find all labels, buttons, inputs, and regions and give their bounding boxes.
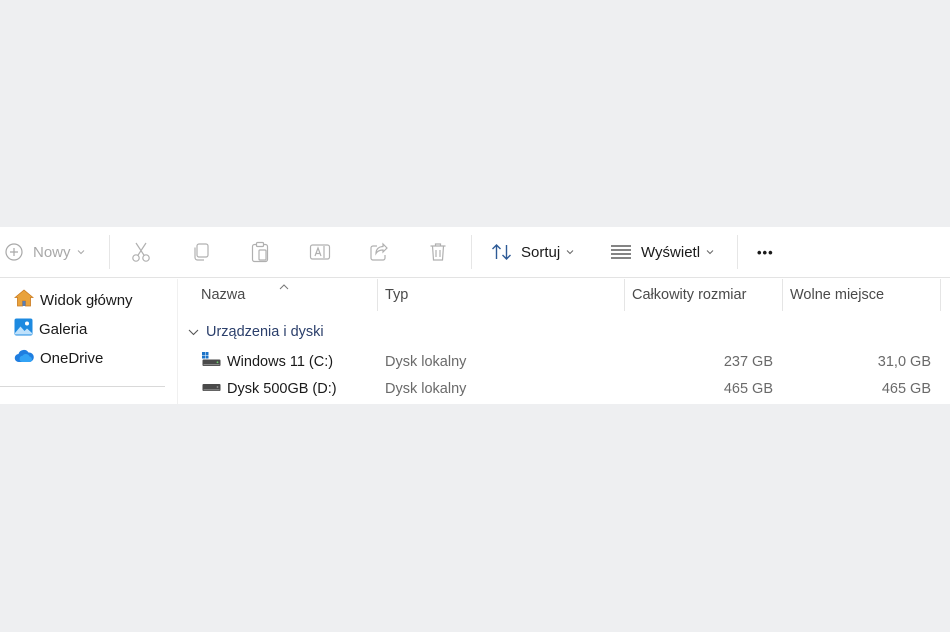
drive-total-size-cell: 465 GB xyxy=(723,381,773,397)
column-header-name[interactable]: Nazwa xyxy=(201,279,371,311)
column-header-label: Całkowity rozmiar xyxy=(632,287,747,303)
sort-arrows-icon xyxy=(491,243,512,261)
copy-icon xyxy=(191,242,211,262)
sidebar-item-label: OneDrive xyxy=(40,349,104,367)
column-divider[interactable] xyxy=(377,279,378,311)
column-header-total-size[interactable]: Całkowity rozmiar xyxy=(632,279,777,311)
chevron-down-icon xyxy=(706,249,714,255)
sort-button-label: Sortuj xyxy=(521,243,561,261)
chevron-down-icon xyxy=(188,324,206,340)
group-header-devices[interactable]: Urządzenia i dyski xyxy=(188,321,324,343)
sidebar-item-gallery[interactable]: Galeria xyxy=(14,317,87,341)
navigation-pane: Widok główny Galeria OneDrive xyxy=(0,279,177,404)
table-row[interactable]: Windows 11 (C:) Dysk lokalny 237 GB 31,0… xyxy=(178,349,950,375)
share-button[interactable] xyxy=(369,227,389,277)
table-row[interactable]: Dysk 500GB (D:) Dysk lokalny 465 GB 465 … xyxy=(178,376,950,402)
sidebar-divider xyxy=(0,386,165,387)
new-button-label: Nowy xyxy=(33,243,71,261)
column-header-free-space[interactable]: Wolne miejsce xyxy=(790,279,938,311)
column-header-label: Nazwa xyxy=(201,287,246,303)
column-header-label: Wolne miejsce xyxy=(790,287,885,303)
delete-button[interactable] xyxy=(429,227,447,277)
clipboard-icon xyxy=(250,241,270,263)
share-icon xyxy=(369,242,389,262)
column-divider[interactable] xyxy=(782,279,783,311)
trash-icon xyxy=(429,242,447,262)
drive-free-space-cell: 31,0 GB xyxy=(877,354,931,370)
column-divider[interactable] xyxy=(940,279,941,311)
drive-type-cell: Dysk lokalny xyxy=(385,354,467,370)
column-header-type[interactable]: Typ xyxy=(385,279,615,311)
drive-name: Dysk 500GB (D:) xyxy=(227,381,337,397)
sidebar-item-label: Widok główny xyxy=(40,291,133,309)
toolbar-separator xyxy=(109,235,110,269)
rename-button[interactable] xyxy=(309,227,331,277)
home-icon xyxy=(13,289,40,311)
group-header-label: Urządzenia i dyski xyxy=(206,324,324,340)
file-explorer-window: Nowy Sortuj Wyświetl ••• Widok główny Ga… xyxy=(0,227,950,404)
command-bar: Nowy Sortuj Wyświetl ••• xyxy=(0,227,950,278)
drive-name-cell: Windows 11 (C:) xyxy=(202,349,382,375)
plus-circle-icon xyxy=(5,243,23,261)
chevron-down-icon xyxy=(566,249,574,255)
system-drive-icon xyxy=(202,352,221,372)
column-divider[interactable] xyxy=(624,279,625,311)
gallery-icon xyxy=(14,318,39,340)
drive-icon xyxy=(202,379,221,399)
sidebar-item-label: Galeria xyxy=(39,320,88,338)
scissors-icon xyxy=(131,241,151,263)
toolbar-separator xyxy=(737,235,738,269)
chevron-down-icon xyxy=(77,249,85,255)
drive-type-cell: Dysk lokalny xyxy=(385,381,467,397)
toolbar-separator xyxy=(471,235,472,269)
drive-name-cell: Dysk 500GB (D:) xyxy=(202,376,382,402)
drive-total-size-cell: 237 GB xyxy=(723,354,773,370)
more-options-button[interactable]: ••• xyxy=(757,227,774,277)
new-button[interactable]: Nowy xyxy=(5,227,85,277)
list-view-icon xyxy=(611,245,631,259)
view-button[interactable]: Wyświetl xyxy=(611,227,714,277)
cut-button[interactable] xyxy=(131,227,151,277)
drive-name: Windows 11 (C:) xyxy=(227,354,334,370)
view-button-label: Wyświetl xyxy=(641,243,701,261)
onedrive-icon xyxy=(14,349,40,367)
copy-button[interactable] xyxy=(191,227,211,277)
sort-button[interactable]: Sortuj xyxy=(491,227,574,277)
rename-icon xyxy=(309,242,331,262)
paste-button[interactable] xyxy=(250,227,270,277)
drive-free-space-cell: 465 GB xyxy=(881,381,931,397)
column-header-label: Typ xyxy=(385,287,409,303)
ellipsis-icon: ••• xyxy=(757,244,774,260)
sidebar-item-onedrive[interactable]: OneDrive xyxy=(14,346,103,370)
sidebar-item-home[interactable]: Widok główny xyxy=(13,288,133,312)
